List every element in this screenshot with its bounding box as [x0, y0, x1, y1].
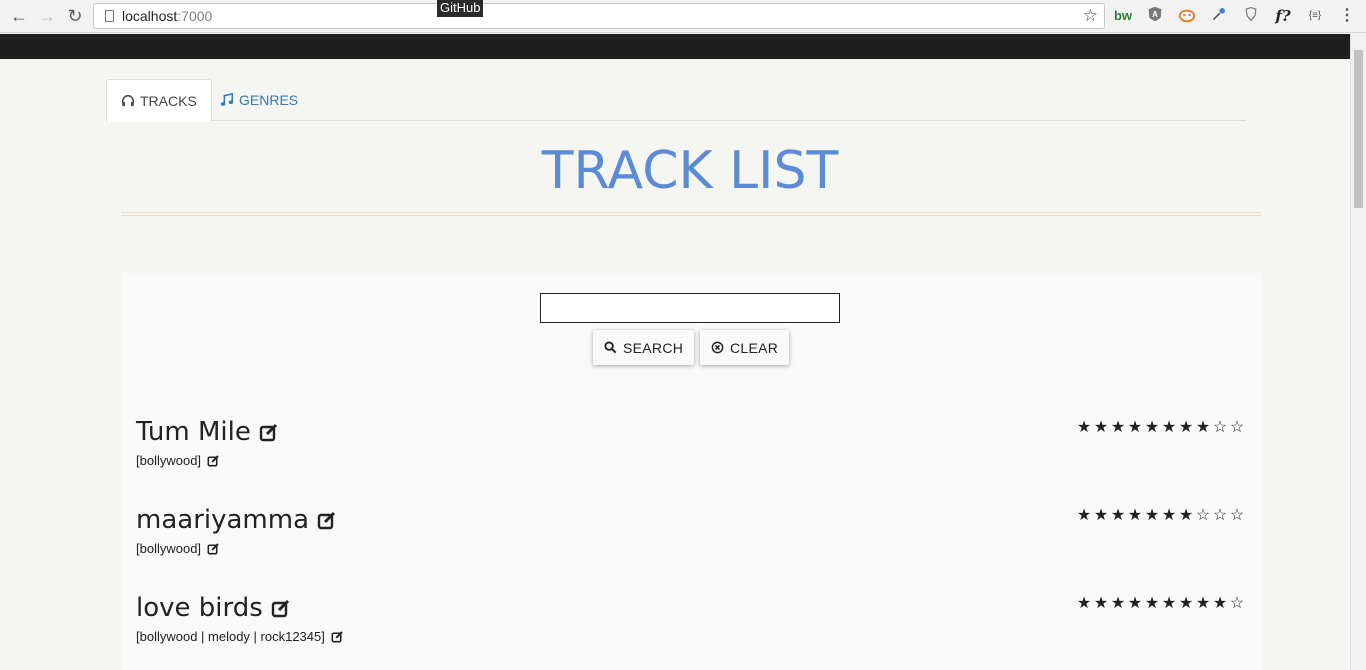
star-filled-icon[interactable]: ★: [1110, 505, 1127, 525]
star-filled-icon[interactable]: ★: [1110, 417, 1127, 437]
rating-stars[interactable]: ★ ★ ★ ★ ★ ★ ★ ☆ ☆ ☆: [1076, 505, 1246, 525]
star-filled-icon[interactable]: ★: [1093, 505, 1110, 525]
music-note-icon: [220, 93, 234, 106]
track-genres: [bollywood]: [136, 541, 202, 556]
track-item: love birds [bollywood | melody | rock123…: [136, 593, 1246, 644]
extension-bw-icon[interactable]: bw: [1112, 6, 1134, 26]
star-filled-icon[interactable]: ★: [1161, 593, 1178, 613]
title-divider: [121, 212, 1261, 216]
star-empty-icon[interactable]: ☆: [1229, 593, 1246, 613]
star-empty-icon[interactable]: ☆: [1229, 417, 1246, 437]
star-filled-icon[interactable]: ★: [1195, 417, 1212, 437]
star-filled-icon[interactable]: ★: [1195, 593, 1212, 613]
track-name: maariyamma: [136, 505, 310, 535]
star-filled-icon[interactable]: ★: [1178, 417, 1195, 437]
star-filled-icon[interactable]: ★: [1161, 505, 1178, 525]
star-filled-icon[interactable]: ★: [1127, 593, 1144, 613]
star-empty-icon[interactable]: ☆: [1229, 505, 1246, 525]
clear-circle-icon: [711, 341, 724, 354]
star-filled-icon[interactable]: ★: [1093, 417, 1110, 437]
extension-angular-icon[interactable]: A: [1144, 6, 1166, 26]
back-icon[interactable]: ←: [8, 5, 30, 27]
clear-button[interactable]: CLEAR: [700, 330, 790, 365]
star-filled-icon[interactable]: ★: [1076, 505, 1093, 525]
track-item: maariyamma [bollywood] ★ ★ ★ ★ ★ ★ ★ ☆ ☆ ☆: [136, 505, 1246, 556]
bookmark-star-icon[interactable]: ☆: [1083, 6, 1098, 26]
page-content: TRACKS GENRES TRACK LIST SEARCH CLEAR Tu…: [0, 59, 1350, 670]
search-button[interactable]: SEARCH: [593, 330, 695, 365]
star-empty-icon[interactable]: ☆: [1212, 417, 1229, 437]
browser-toolbar: ← → ↻ localhost:7000 ☆ bw A f? {≡} ⋮ Git…: [0, 0, 1366, 33]
star-filled-icon[interactable]: ★: [1127, 417, 1144, 437]
tooltip: GitHub: [437, 0, 484, 17]
page-icon: [105, 10, 114, 22]
clear-button-label: CLEAR: [730, 339, 779, 356]
star-filled-icon[interactable]: ★: [1110, 593, 1127, 613]
track-name: Tum Mile: [136, 417, 251, 447]
edit-genres-icon[interactable]: [207, 454, 220, 467]
reload-icon[interactable]: ↻: [64, 5, 86, 27]
search-button-label: SEARCH: [623, 339, 684, 356]
track-name: love birds: [136, 593, 263, 623]
star-filled-icon[interactable]: ★: [1127, 505, 1144, 525]
star-filled-icon[interactable]: ★: [1076, 417, 1093, 437]
url-text: localhost:7000: [122, 8, 213, 24]
track-panel: SEARCH CLEAR Tum Mile [bollywood] ★ ★ ★ ★ ★ ★…: [121, 273, 1262, 670]
edit-genres-icon[interactable]: [331, 630, 344, 643]
nav-tabs: TRACKS GENRES: [106, 79, 1246, 122]
top-bar: [0, 34, 1350, 59]
scrollbar-thumb[interactable]: [1354, 50, 1363, 208]
track-genres: [bollywood]: [136, 453, 202, 468]
edit-genres-icon[interactable]: [207, 542, 220, 555]
forward-icon[interactable]: →: [36, 5, 58, 27]
star-filled-icon[interactable]: ★: [1178, 505, 1195, 525]
rating-stars[interactable]: ★ ★ ★ ★ ★ ★ ★ ★ ★ ☆: [1076, 593, 1246, 613]
tab-genres-label: GENRES: [239, 92, 299, 108]
rating-stars[interactable]: ★ ★ ★ ★ ★ ★ ★ ★ ☆ ☆: [1076, 417, 1246, 437]
star-filled-icon[interactable]: ★: [1076, 593, 1093, 613]
star-filled-icon[interactable]: ★: [1093, 593, 1110, 613]
star-filled-icon[interactable]: ★: [1178, 593, 1195, 613]
extension-json-icon[interactable]: {≡}: [1304, 6, 1326, 26]
edit-icon[interactable]: [317, 510, 337, 530]
tab-tracks-label: TRACKS: [140, 92, 197, 109]
track-item: Tum Mile [bollywood] ★ ★ ★ ★ ★ ★ ★ ★ ☆ ☆: [136, 417, 1246, 468]
edit-icon[interactable]: [259, 422, 279, 442]
menu-icon[interactable]: ⋮: [1336, 6, 1358, 26]
star-filled-icon[interactable]: ★: [1144, 417, 1161, 437]
page-title: TRACK LIST: [541, 141, 839, 201]
extension-face-icon[interactable]: [1176, 6, 1198, 26]
extension-eyedropper-icon[interactable]: [1208, 6, 1230, 26]
star-empty-icon[interactable]: ☆: [1212, 505, 1229, 525]
svg-text:A: A: [1152, 10, 1158, 19]
headphones-icon: [122, 94, 134, 106]
extension-shield-icon[interactable]: [1240, 6, 1262, 26]
star-filled-icon[interactable]: ★: [1212, 593, 1229, 613]
star-filled-icon[interactable]: ★: [1144, 505, 1161, 525]
star-empty-icon[interactable]: ☆: [1195, 505, 1212, 525]
tab-tracks[interactable]: TRACKS: [106, 79, 212, 122]
address-bar[interactable]: localhost:7000 ☆: [93, 3, 1105, 29]
track-genres: [bollywood | melody | rock12345]: [136, 629, 325, 644]
page-scrollbar[interactable]: [1350, 34, 1366, 670]
extension-f-icon[interactable]: f?: [1272, 6, 1294, 26]
star-filled-icon[interactable]: ★: [1161, 417, 1178, 437]
star-filled-icon[interactable]: ★: [1144, 593, 1161, 613]
search-input[interactable]: [540, 293, 840, 323]
edit-icon[interactable]: [271, 598, 291, 618]
tab-genres[interactable]: GENRES: [206, 79, 312, 121]
search-icon: [604, 341, 617, 354]
